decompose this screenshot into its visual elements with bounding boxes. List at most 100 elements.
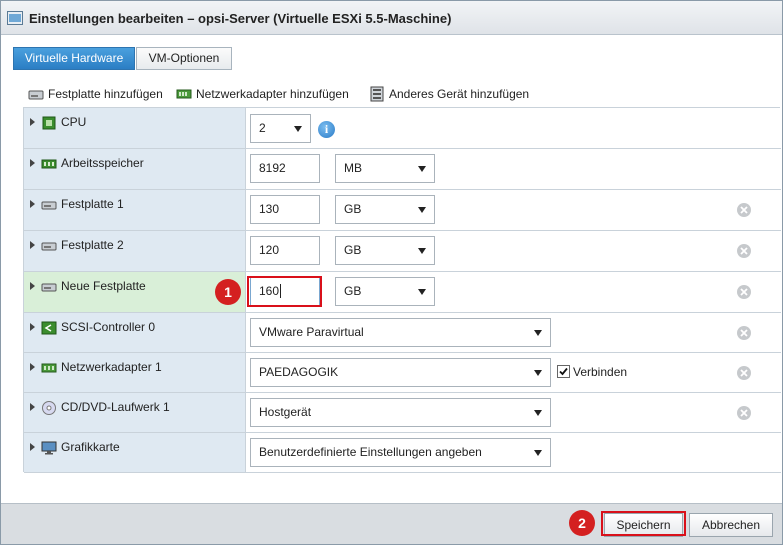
step-badge-1: 1 [215,279,241,305]
chevron-down-icon [418,289,426,295]
tab-vm-options[interactable]: VM-Optionen [136,47,232,70]
checkmark-icon [559,367,568,376]
device-label: CPU [61,115,87,129]
cpu-count-value: 2 [259,121,266,135]
cancel-button[interactable]: Abbrechen [689,513,773,537]
device-label-cell: Arbeitsspeicher [24,149,246,189]
remove-device-button[interactable] [737,366,751,380]
expand-caret[interactable] [30,403,35,411]
add-hard-disk-button[interactable]: Festplatte hinzufügen [28,86,168,102]
remove-device-button[interactable] [737,244,751,258]
remove-device-button[interactable] [737,406,751,420]
remove-device-button[interactable] [737,326,751,340]
device-row-disk-2: Festplatte 2 120 GB [24,231,781,272]
network-value: PAEDAGOGIK [259,365,339,379]
expand-caret[interactable] [30,323,35,331]
network-card-icon [176,89,192,99]
device-row-cpu: CPU 2 i [24,108,781,149]
device-row-memory: Arbeitsspeicher 8192 MB [24,149,781,190]
device-list: CPU 2 i Arbeitsspeicher 8192 MB Festplat… [23,107,781,473]
disk-2-unit-select[interactable]: GB [335,236,435,265]
hard-disk-icon [28,90,44,100]
vm-icon [7,11,23,25]
cpu-icon [42,116,56,130]
edit-settings-dialog: Einstellungen bearbeiten – opsi-Server (… [0,0,783,545]
close-icon [740,329,748,337]
add-network-adapter-label: Netzwerkadapter hinzufügen [196,87,349,101]
close-icon [740,247,748,255]
info-icon[interactable]: i [318,121,335,138]
close-icon [740,206,748,214]
chevron-down-icon [534,370,542,376]
device-row-network-adapter: Netzwerkadapter 1 PAEDAGOGIK Verbinden [24,353,781,393]
device-label: SCSI-Controller 0 [61,320,156,334]
device-row-video-card: Grafikkarte Benutzerdefinierte Einstellu… [24,433,781,473]
disk-1-unit-select[interactable]: GB [335,195,435,224]
disk-1-unit-value: GB [344,202,362,216]
device-label-cell: Festplatte 2 [24,231,246,271]
chevron-down-icon [534,410,542,416]
remove-device-button[interactable] [737,203,751,217]
device-label: Festplatte 2 [61,238,124,252]
scsi-type-value: VMware Paravirtual [259,325,364,339]
add-network-adapter-button[interactable]: Netzwerkadapter hinzufügen [176,86,356,102]
memory-size-input[interactable]: 8192 [250,154,320,183]
memory-size-value: 8192 [259,161,286,175]
add-other-device-label: Anderes Gerät hinzufügen [389,87,530,101]
expand-caret[interactable] [30,282,35,290]
add-other-device-button[interactable]: Anderes Gerät hinzufügen [369,86,534,102]
close-icon [740,288,748,296]
network-select[interactable]: PAEDAGOGIK [250,358,551,387]
cd-dvd-source-select[interactable]: Hostgerät [250,398,551,427]
expand-caret[interactable] [30,443,35,451]
chevron-down-icon [294,126,302,132]
device-label: Netzwerkadapter 1 [61,360,162,374]
network-card-icon [41,363,57,373]
cpu-count-select[interactable]: 2 [250,114,311,143]
device-label: Grafikkarte [61,440,120,454]
disk-2-size-input[interactable]: 120 [250,236,320,265]
monitor-icon [41,441,57,455]
remove-device-button[interactable] [737,285,751,299]
hard-disk-icon [41,201,57,210]
device-label: Arbeitsspeicher [61,156,144,170]
expand-caret[interactable] [30,159,35,167]
video-settings-value: Benutzerdefinierte Einstellungen angeben [259,445,482,459]
video-settings-select[interactable]: Benutzerdefinierte Einstellungen angeben [250,438,551,467]
expand-caret[interactable] [30,200,35,208]
close-icon [740,369,748,377]
chevron-down-icon [534,450,542,456]
device-label-cell: Neue Festplatte [24,272,246,312]
device-label-cell: Grafikkarte [24,433,246,472]
window-title: Einstellungen bearbeiten – opsi-Server (… [29,11,452,26]
chevron-down-icon [418,166,426,172]
disk-1-size-input[interactable]: 130 [250,195,320,224]
close-icon [740,409,748,417]
title-bar: Einstellungen bearbeiten – opsi-Server (… [1,1,782,35]
device-row-cd-dvd: CD/DVD-Laufwerk 1 Hostgerät [24,393,781,433]
tab-virtual-hardware[interactable]: Virtuelle Hardware [13,47,135,70]
add-hard-disk-label: Festplatte hinzufügen [48,87,163,101]
device-label: Festplatte 1 [61,197,124,211]
expand-caret[interactable] [30,118,35,126]
expand-caret[interactable] [30,241,35,249]
cd-dvd-icon [42,401,56,415]
device-label-cell: SCSI-Controller 0 [24,313,246,352]
memory-unit-value: MB [344,161,362,175]
hard-disk-icon [41,242,57,251]
chevron-down-icon [534,330,542,336]
connect-checkbox[interactable] [557,365,570,378]
new-disk-unit-value: GB [344,284,362,298]
scsi-type-select[interactable]: VMware Paravirtual [250,318,551,347]
device-label-cell: Festplatte 1 [24,190,246,230]
disk-2-size-value: 120 [259,243,280,257]
device-icon [370,86,384,102]
hard-disk-icon [41,283,57,292]
device-label: Neue Festplatte [61,279,146,293]
memory-unit-select[interactable]: MB [335,154,435,183]
chevron-down-icon [418,248,426,254]
device-label-cell: Netzwerkadapter 1 [24,353,246,392]
memory-icon [41,159,57,169]
expand-caret[interactable] [30,363,35,371]
new-disk-unit-select[interactable]: GB [335,277,435,306]
